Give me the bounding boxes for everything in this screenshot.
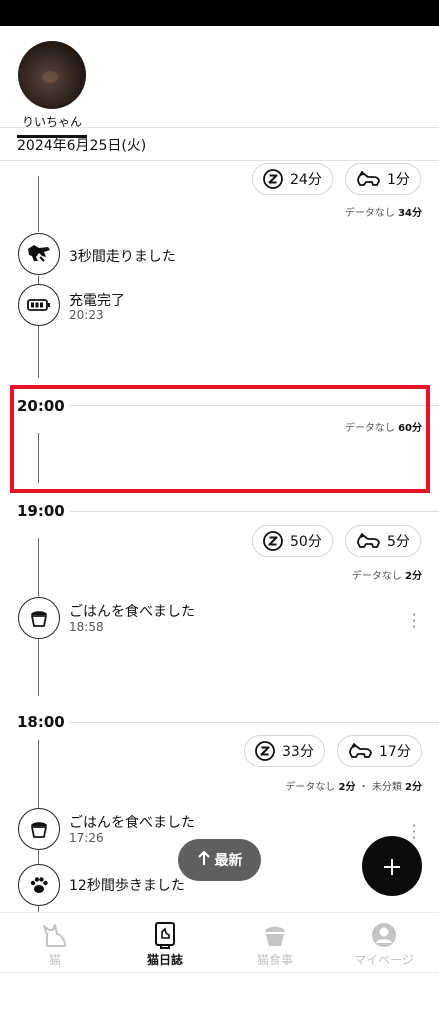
walk-duration-pill[interactable]: 5分	[345, 525, 421, 557]
no-data-stat: データなし 2分	[351, 571, 422, 582]
nav-label: 猫食事	[256, 953, 293, 967]
walking-cat-icon	[355, 169, 381, 189]
event-title: 充電完了	[69, 293, 125, 309]
sleep-icon	[254, 740, 276, 762]
event-title: ごはんを食べました	[69, 604, 195, 620]
food-bowl-icon	[18, 808, 60, 850]
diary-icon	[110, 921, 220, 949]
add-entry-button[interactable]	[362, 836, 422, 896]
latest-button-label: 最新	[214, 853, 243, 869]
nav-item-cat[interactable]: 猫	[0, 913, 110, 973]
event-title: 3秒間走りました	[69, 249, 176, 265]
cat-avatar	[18, 41, 86, 109]
running-cat-icon	[18, 233, 60, 275]
nav-item-food[interactable]: 猫食事	[220, 913, 330, 973]
walk-duration-pill[interactable]: 17分	[337, 735, 422, 767]
cat-icon	[0, 921, 110, 949]
walking-cat-icon	[355, 531, 381, 551]
timeline-line	[38, 638, 39, 696]
hour-divider	[70, 722, 439, 723]
timeline-line	[38, 326, 39, 378]
timeline-line	[38, 538, 39, 596]
timeline-line	[38, 850, 39, 864]
sleep-duration-pill[interactable]: 33分	[244, 735, 325, 767]
cat-profile-tab[interactable]: りいちゃん	[16, 41, 88, 138]
status-bar	[0, 0, 439, 26]
walk-duration: 1分	[387, 172, 410, 188]
hour-divider	[70, 511, 439, 512]
plus-icon	[383, 849, 401, 884]
more-options-icon[interactable]: · · ·	[409, 607, 419, 635]
hour-label: 18:00	[17, 713, 65, 731]
bottom-divider	[0, 972, 439, 973]
user-icon	[329, 921, 439, 949]
walk-duration: 5分	[387, 534, 410, 550]
food-bowl-icon	[18, 597, 60, 639]
paw-icon	[18, 864, 60, 906]
walk-duration-pill[interactable]: 1分	[345, 163, 421, 195]
sleep-duration-pill[interactable]: 50分	[252, 525, 333, 557]
timeline-line	[38, 276, 39, 284]
nav-item-mypage[interactable]: マイページ	[329, 913, 439, 973]
event-time: 17:26	[69, 831, 104, 845]
nav-item-diary[interactable]: 猫日誌	[110, 913, 220, 973]
nav-label: 猫	[48, 953, 61, 967]
battery-icon	[18, 284, 60, 326]
scroll-to-latest-button[interactable]: 最新	[178, 839, 261, 881]
nav-label: 猫日誌	[146, 953, 183, 967]
sleep-duration-pill[interactable]: 24分	[252, 163, 333, 195]
sleep-duration: 50分	[290, 534, 322, 550]
timeline-date: 2024年6月25日(火)	[17, 138, 147, 154]
arrow-up-icon	[197, 850, 211, 870]
sleep-icon	[262, 530, 284, 552]
walking-cat-icon	[347, 741, 373, 761]
sleep-duration: 24分	[290, 172, 322, 188]
event-time: 18:58	[69, 620, 104, 634]
no-data-stat: データなし 34分	[344, 208, 422, 219]
event-time: 20:23	[69, 308, 104, 322]
walk-duration: 17分	[379, 744, 411, 760]
nav-label: マイページ	[354, 953, 414, 967]
header-divider	[0, 127, 439, 128]
hour-label: 19:00	[17, 502, 65, 520]
event-title: ごはんを食べました	[69, 815, 195, 831]
more-options-icon[interactable]: · · ·	[409, 818, 419, 846]
timeline-line	[38, 176, 39, 232]
food-bowl-icon	[220, 921, 330, 949]
no-data-stat: データなし 2分 ・ 未分類 2分	[285, 782, 422, 793]
timeline-line	[38, 740, 39, 808]
sleep-duration: 33分	[282, 744, 314, 760]
date-divider	[0, 160, 439, 161]
sleep-icon	[262, 168, 284, 190]
bottom-navigation: 猫 猫日誌 猫食事 マイページ	[0, 912, 439, 972]
highlight-box	[10, 385, 430, 493]
event-title: 12秒間歩きました	[69, 878, 185, 894]
